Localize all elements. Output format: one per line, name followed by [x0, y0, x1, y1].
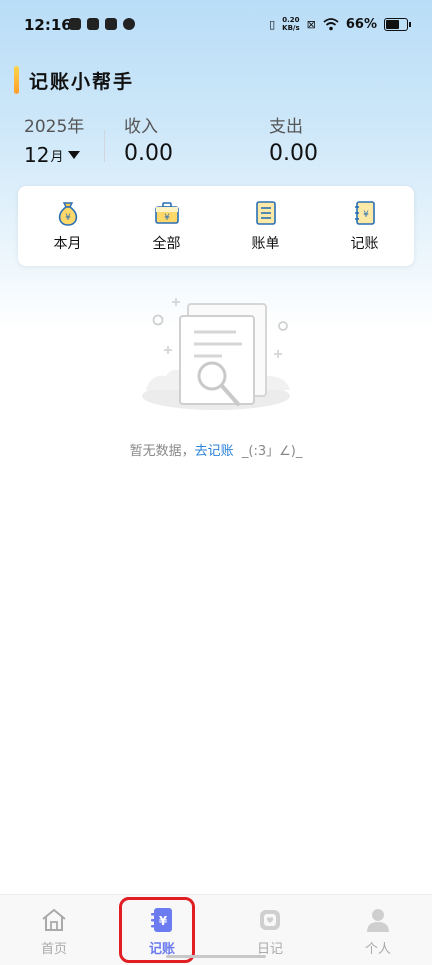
summary-section: 2025年 12 月 收入 0.00 支出 0.00 — [24, 112, 408, 172]
ledger-yen-icon: ¥ — [151, 908, 172, 932]
expense-value: 0.00 — [269, 141, 318, 166]
battery-percent: 66% — [345, 16, 377, 32]
title-accent-bar — [14, 66, 19, 94]
date-picker[interactable]: 2025年 12 月 — [24, 112, 84, 167]
diary-icon — [260, 910, 280, 930]
wifi-icon — [323, 17, 339, 30]
nav-home[interactable]: 首页 — [0, 895, 108, 965]
notification-icons — [69, 18, 135, 30]
video-app-icon — [69, 18, 81, 30]
no-sim-icon: ⊠ — [306, 17, 316, 31]
wechat-icon — [123, 18, 135, 30]
income-value: 0.00 — [124, 141, 173, 166]
mail-app-icon — [105, 18, 117, 30]
empty-state-text: 暂无数据，去记账 _(:3」∠)_ — [129, 444, 303, 459]
svg-text:¥: ¥ — [363, 210, 369, 220]
year-label: 2025年 — [24, 117, 85, 137]
menu-item-this-month[interactable]: ¥ 本月 — [18, 186, 117, 266]
page-title: 记账小帮手 — [29, 70, 135, 93]
emoticon: _(:3」∠)_ — [241, 444, 303, 459]
battery-icon — [384, 17, 411, 31]
expense-summary: 支出 0.00 — [269, 112, 318, 166]
nav-profile[interactable]: 个人 — [324, 895, 432, 965]
home-indicator[interactable] — [166, 955, 266, 958]
caret-down-icon — [68, 151, 81, 159]
net-speed: 0.20 KB/s — [282, 16, 300, 32]
money-bag-icon: ¥ — [58, 202, 77, 226]
summary-divider — [104, 130, 105, 162]
link-app-icon — [87, 18, 99, 30]
expense-label: 支出 — [269, 117, 303, 137]
empty-state-illustration — [142, 298, 290, 410]
notebook-yen-icon: ¥ — [354, 201, 375, 225]
svg-text:¥: ¥ — [159, 914, 168, 928]
svg-text:¥: ¥ — [164, 213, 170, 223]
app-header: 记账小帮手 — [14, 66, 134, 94]
briefcase-yen-icon: ¥ — [154, 202, 179, 224]
month-value: 12 — [24, 143, 50, 167]
status-time: 12:16 — [24, 16, 72, 34]
status-right: ▯ 0.20 KB/s ⊠ 66% — [269, 16, 411, 32]
status-bar: 12:16 ▯ 0.20 KB/s ⊠ 66% — [0, 0, 432, 52]
month-selector[interactable]: 12 月 — [24, 143, 84, 167]
svg-text:¥: ¥ — [65, 213, 71, 223]
bill-list-icon — [255, 201, 276, 225]
income-summary: 收入 0.00 — [124, 112, 173, 166]
person-icon — [367, 909, 389, 932]
income-label: 收入 — [124, 117, 158, 137]
menu-item-record[interactable]: ¥ 记账 — [315, 186, 414, 266]
menu-item-all[interactable]: ¥ 全部 — [117, 186, 216, 266]
menu-item-bills[interactable]: 账单 — [216, 186, 315, 266]
quick-menu-card: ¥ 本月 ¥ 全部 账单 ¥ 记账 — [18, 186, 414, 266]
home-icon — [42, 908, 66, 931]
go-record-link[interactable]: 去记账 — [195, 444, 234, 459]
vibrate-icon: ▯ — [269, 17, 276, 31]
month-suffix: 月 — [50, 149, 64, 165]
